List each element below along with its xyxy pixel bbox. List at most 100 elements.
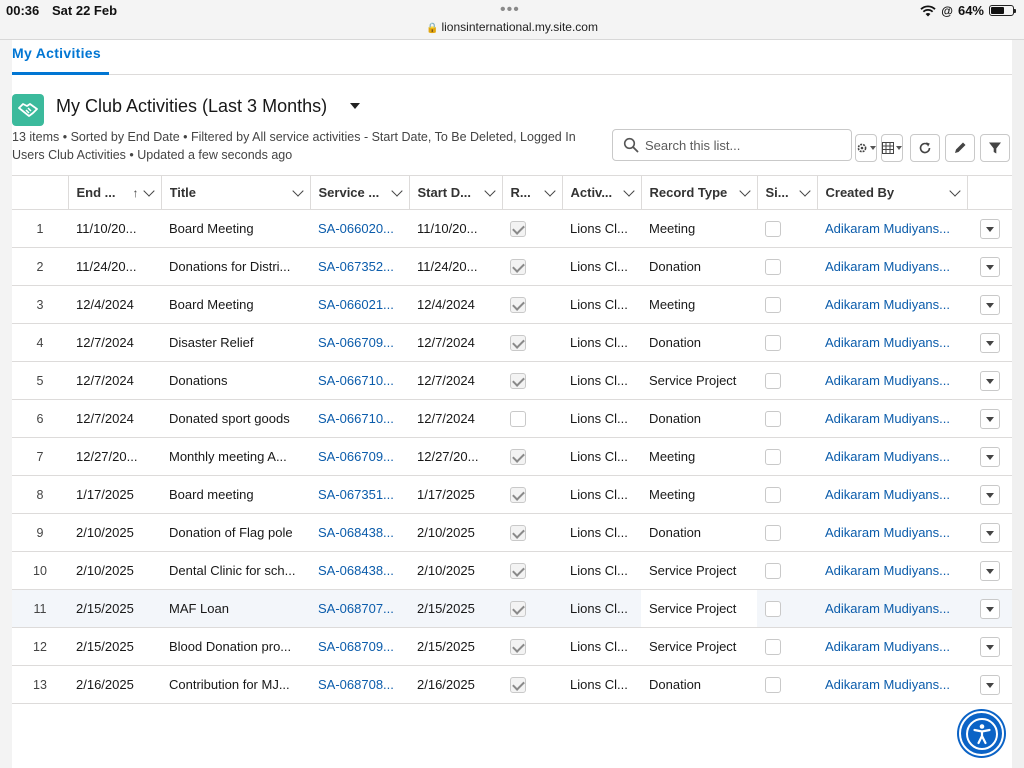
service-activity-link[interactable]: SA-066710... (310, 399, 409, 438)
row-actions-dropdown-icon[interactable] (979, 256, 1000, 277)
tab-my-activities[interactable]: My Activities (12, 45, 109, 75)
row-actions-dropdown-icon[interactable] (979, 294, 1000, 315)
col-si[interactable]: Si... (756, 175, 817, 210)
service-activity-link[interactable]: SA-066709... (310, 323, 409, 362)
created-by-link[interactable]: Adikaram Mudiyans... (817, 513, 967, 552)
si-checkbox[interactable] (765, 676, 781, 693)
created-by-link[interactable]: Adikaram Mudiyans... (817, 323, 967, 362)
r-checkbox[interactable] (510, 372, 526, 389)
service-activity-link[interactable]: SA-067351... (310, 475, 409, 514)
created-by-link[interactable]: Adikaram Mudiyans... (817, 399, 967, 438)
r-checkbox[interactable] (510, 410, 526, 427)
service-activity-link[interactable]: SA-066021... (310, 285, 409, 324)
list-settings-button[interactable] (855, 134, 877, 162)
row-actions-dropdown-icon[interactable] (979, 674, 1000, 695)
r-checkbox[interactable] (510, 562, 526, 579)
si-checkbox[interactable] (765, 220, 781, 237)
si-checkbox[interactable] (765, 600, 781, 617)
r-checkbox[interactable] (510, 296, 526, 313)
chevron-down-icon[interactable] (622, 184, 635, 197)
si-checkbox[interactable] (765, 638, 781, 655)
row-actions-dropdown-icon[interactable] (979, 332, 1000, 353)
chevron-down-icon[interactable] (948, 184, 961, 197)
row-actions-dropdown-icon[interactable] (979, 560, 1000, 581)
table-row[interactable]: 5 12/7/2024 Donations SA-066710... 12/7/2024… (12, 361, 1012, 400)
r-checkbox[interactable] (510, 600, 526, 617)
row-actions-dropdown-icon[interactable] (979, 484, 1000, 505)
row-actions-dropdown-icon[interactable] (979, 408, 1000, 429)
row-actions-dropdown-icon[interactable] (979, 218, 1000, 239)
created-by-link[interactable]: Adikaram Mudiyans... (817, 627, 967, 666)
r-checkbox[interactable] (510, 524, 526, 541)
row-actions-dropdown-icon[interactable] (979, 598, 1000, 619)
col-end-date[interactable]: End ... ↑ (67, 175, 161, 210)
si-checkbox[interactable] (765, 562, 781, 579)
table-row[interactable]: 2 11/24/20... Donations for Distri... SA-06… (12, 247, 1012, 286)
table-row[interactable]: 12 2/15/2025 Blood Donation pro... SA-06870… (12, 627, 1012, 666)
si-checkbox[interactable] (765, 296, 781, 313)
table-row[interactable]: 8 1/17/2025 Board meeting SA-067351... 1/17/… (12, 475, 1012, 514)
table-row[interactable]: 13 2/16/2025 Contribution for MJ... SA-0687… (12, 665, 1012, 704)
accessibility-button[interactable] (959, 711, 1004, 756)
chevron-down-icon[interactable] (798, 184, 811, 197)
created-by-link[interactable]: Adikaram Mudiyans... (817, 285, 967, 324)
chevron-down-icon[interactable] (142, 184, 155, 197)
table-row[interactable]: 10 2/10/2025 Dental Clinic for sch... SA-06… (12, 551, 1012, 590)
table-row[interactable]: 3 12/4/2024 Board Meeting SA-066021... 12/4/… (12, 285, 1012, 324)
si-checkbox[interactable] (765, 486, 781, 503)
row-actions-dropdown-icon[interactable] (979, 446, 1000, 467)
service-activity-link[interactable]: SA-066709... (310, 437, 409, 476)
created-by-link[interactable]: Adikaram Mudiyans... (817, 589, 967, 628)
si-checkbox[interactable] (765, 372, 781, 389)
col-activity[interactable]: Activ... (561, 175, 641, 210)
r-checkbox[interactable] (510, 448, 526, 465)
service-activity-link[interactable]: SA-068438... (310, 551, 409, 590)
edit-list-button[interactable] (945, 134, 975, 162)
si-checkbox[interactable] (765, 524, 781, 541)
table-row[interactable]: 7 12/27/20... Monthly meeting A... SA-06670… (12, 437, 1012, 476)
si-checkbox[interactable] (765, 334, 781, 351)
created-by-link[interactable]: Adikaram Mudiyans... (817, 665, 967, 704)
address-bar[interactable]: 🔒 lionsinternational.my.site.com (0, 20, 1024, 34)
row-actions-dropdown-icon[interactable] (979, 636, 1000, 657)
si-checkbox[interactable] (765, 410, 781, 427)
service-activity-link[interactable]: SA-068707... (310, 589, 409, 628)
chevron-down-icon[interactable] (291, 184, 304, 197)
created-by-link[interactable]: Adikaram Mudiyans... (817, 437, 967, 476)
search-list-field[interactable] (612, 129, 852, 161)
r-checkbox[interactable] (510, 334, 526, 351)
r-checkbox[interactable] (510, 638, 526, 655)
service-activity-link[interactable]: SA-066710... (310, 361, 409, 400)
chevron-down-icon[interactable] (390, 184, 403, 197)
display-as-button[interactable] (881, 134, 903, 162)
refresh-button[interactable] (910, 134, 940, 162)
chevron-down-icon[interactable] (738, 184, 751, 197)
col-created-by[interactable]: Created By (816, 175, 967, 210)
col-service-activity[interactable]: Service ... (309, 175, 409, 210)
table-row[interactable]: 1 11/10/20... Board Meeting SA-066020... 11/… (12, 209, 1012, 248)
list-view-switcher-icon[interactable] (350, 103, 360, 109)
chevron-down-icon[interactable] (543, 184, 556, 197)
col-title[interactable]: Title (160, 175, 310, 210)
created-by-link[interactable]: Adikaram Mudiyans... (817, 361, 967, 400)
table-row[interactable]: 4 12/7/2024 Disaster Relief SA-066709... 12/… (12, 323, 1012, 362)
row-actions-dropdown-icon[interactable] (979, 522, 1000, 543)
created-by-link[interactable]: Adikaram Mudiyans... (817, 247, 967, 286)
table-row[interactable]: 11 2/15/2025 MAF Loan SA-068707... 2/15/2025… (12, 589, 1012, 628)
col-start-date[interactable]: Start D... (408, 175, 502, 210)
col-r[interactable]: R... (501, 175, 562, 210)
service-activity-link[interactable]: SA-068708... (310, 665, 409, 704)
multitasking-dots-icon[interactable]: ••• (500, 1, 520, 19)
r-checkbox[interactable] (510, 220, 526, 237)
service-activity-link[interactable]: SA-067352... (310, 247, 409, 286)
table-row[interactable]: 6 12/7/2024 Donated sport goods SA-066710..… (12, 399, 1012, 438)
r-checkbox[interactable] (510, 486, 526, 503)
created-by-link[interactable]: Adikaram Mudiyans... (817, 551, 967, 590)
service-activity-link[interactable]: SA-066020... (310, 209, 409, 248)
si-checkbox[interactable] (765, 258, 781, 275)
service-activity-link[interactable]: SA-068709... (310, 627, 409, 666)
si-checkbox[interactable] (765, 448, 781, 465)
row-actions-dropdown-icon[interactable] (979, 370, 1000, 391)
service-activity-link[interactable]: SA-068438... (310, 513, 409, 552)
table-row[interactable]: 9 2/10/2025 Donation of Flag pole SA-068438… (12, 513, 1012, 552)
